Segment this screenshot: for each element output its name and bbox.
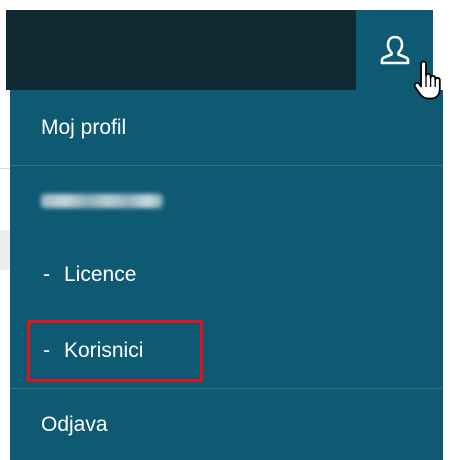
page-divider	[0, 168, 10, 169]
page-background	[0, 90, 10, 460]
menu-divider	[10, 165, 443, 166]
blurred-account-name[interactable]	[41, 194, 163, 208]
menu-item-logout-label: Odjava	[41, 412, 108, 436]
highlight-box	[27, 320, 203, 382]
hand-pointer-icon	[413, 60, 441, 100]
menu-item-licences[interactable]: - Licence	[10, 240, 443, 310]
top-navigation-bar	[6, 10, 356, 90]
menu-item-logout[interactable]: Odjava	[10, 389, 443, 460]
menu-item-profile-label: Moj profil	[41, 115, 127, 139]
screen: Moj profil - Licence - Korisnici Odjava	[0, 0, 452, 460]
menu-item-licences-label: Licence	[64, 263, 137, 286]
user-icon	[380, 35, 409, 65]
menu-item-licences-dash: -	[43, 263, 50, 286]
user-dropdown-menu: Moj profil - Licence - Korisnici Odjava	[10, 90, 443, 460]
menu-item-profile[interactable]: Moj profil	[10, 90, 443, 165]
page-band	[0, 230, 10, 270]
